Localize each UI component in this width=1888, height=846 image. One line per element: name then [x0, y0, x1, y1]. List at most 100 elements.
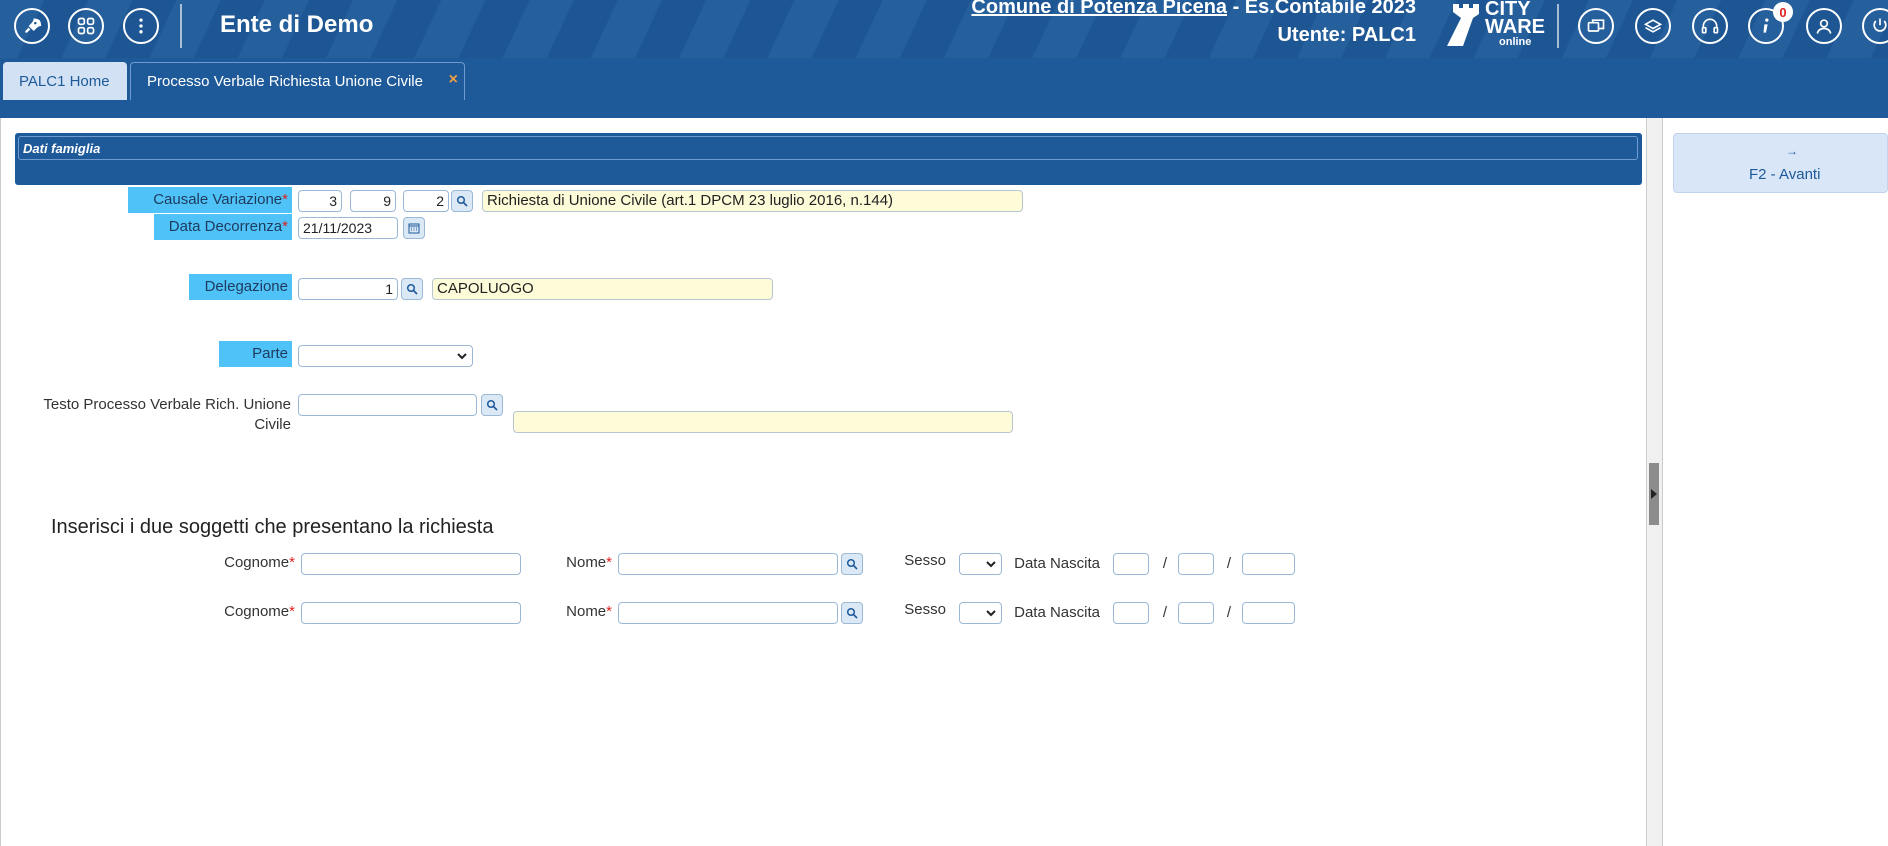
data-decorrenza-label: Data Decorrenza* — [154, 214, 292, 240]
right-panel — [1662, 118, 1888, 846]
castle-tower-icon — [1447, 4, 1479, 46]
sesso-label: Sesso — [904, 552, 946, 569]
delegazione-description: CAPOLUOGO — [432, 278, 773, 300]
nascita-mese-input[interactable] — [1178, 553, 1214, 575]
calendar-icon — [408, 223, 420, 234]
rocket-icon[interactable] — [14, 8, 50, 44]
cognome-input[interactable] — [301, 553, 521, 575]
notification-badge: 0 — [1773, 2, 1793, 22]
search-testo-button[interactable] — [481, 394, 503, 416]
tab-underline — [0, 100, 1888, 118]
cognome-label-text: Cognome — [224, 603, 290, 620]
nome-label: Nome* — [540, 554, 612, 571]
headset-icon[interactable] — [1692, 8, 1728, 44]
cognome-input[interactable] — [301, 602, 521, 624]
cityware-logo: CITY WARE online — [1441, 0, 1546, 52]
nome-label-text: Nome — [566, 554, 607, 571]
cognome-label: Cognome* — [200, 554, 295, 571]
data-nascita-label: Data Nascita — [1014, 604, 1100, 621]
logo-line3: online — [1499, 36, 1532, 48]
search-icon — [486, 399, 498, 411]
search-causale-button[interactable] — [451, 190, 473, 212]
avanti-button[interactable]: → F2 - Avanti — [1673, 133, 1888, 193]
windows-icon[interactable] — [1578, 8, 1614, 44]
required-mark: * — [282, 191, 288, 208]
nascita-giorno-input[interactable] — [1113, 602, 1149, 624]
required-mark: * — [606, 603, 612, 620]
avanti-label: F2 - Avanti — [1749, 166, 1821, 183]
date-separator: / — [1162, 604, 1167, 621]
sesso-select[interactable] — [959, 553, 1002, 575]
parte-label: Parte — [219, 341, 292, 367]
more-vertical-icon[interactable] — [123, 8, 159, 44]
chevron-down-icon — [986, 561, 996, 568]
layers-icon[interactable] — [1635, 8, 1671, 44]
section-header-inner — [18, 136, 1638, 160]
sesso-select[interactable] — [959, 602, 1002, 624]
nome-label-text: Nome — [566, 603, 607, 620]
es-contabile: - Es.Contabile 2023 — [1227, 0, 1416, 18]
data-decorrenza-label-text: Data Decorrenza — [168, 218, 283, 235]
nascita-mese-input[interactable] — [1178, 602, 1214, 624]
cognome-label: Cognome* — [200, 603, 295, 620]
caret-right-icon[interactable] — [1648, 488, 1660, 500]
data-decorrenza-input[interactable]: 21/11/2023 — [298, 217, 398, 239]
nome-label: Nome* — [540, 603, 612, 620]
causale-label: Causale Variazione* — [128, 187, 292, 213]
nascita-giorno-input[interactable] — [1113, 553, 1149, 575]
utente-label: Utente: PALC1 — [1277, 24, 1416, 46]
header-divider — [1557, 4, 1559, 48]
apps-grid-icon[interactable] — [68, 8, 104, 44]
testo-description — [513, 411, 1013, 433]
app-title: Ente di Demo — [220, 11, 374, 38]
soggetti-heading: Inserisci i due soggetti che presentano … — [51, 516, 494, 538]
comune-link[interactable]: Comune di Potenza Picena — [971, 0, 1227, 18]
delegazione-label: Delegazione — [189, 274, 292, 300]
header-divider — [180, 4, 182, 48]
search-icon — [846, 607, 858, 619]
tab-bar: PALC1 Home Processo Verbale Richiesta Un… — [0, 58, 1888, 100]
arrow-right-icon: → — [1786, 144, 1798, 158]
nascita-anno-input[interactable] — [1242, 602, 1295, 624]
search-icon — [456, 195, 468, 207]
testo-input[interactable] — [298, 394, 477, 416]
date-separator: / — [1226, 555, 1231, 572]
search-icon — [846, 558, 858, 570]
causale-code-3[interactable]: 2 — [403, 190, 449, 212]
cognome-label-text: Cognome — [224, 554, 290, 571]
testo-label: Testo Processo Verbale Rich. Unione Civi… — [20, 395, 291, 435]
date-separator: / — [1162, 555, 1167, 572]
tab-palc1-home[interactable]: PALC1 Home — [3, 62, 127, 100]
top-header: Ente di Demo Comune di Potenza Picena - … — [0, 0, 1888, 58]
search-icon — [406, 283, 418, 295]
search-delegazione-button[interactable] — [401, 278, 423, 300]
tab-processo-verbale[interactable]: Processo Verbale Richiesta Unione Civile… — [130, 62, 465, 100]
chevron-down-icon — [986, 610, 996, 617]
parte-select[interactable] — [298, 345, 473, 367]
sesso-label: Sesso — [904, 601, 946, 618]
nome-input[interactable] — [618, 553, 838, 575]
nome-input[interactable] — [618, 602, 838, 624]
power-icon[interactable] — [1862, 8, 1888, 44]
required-mark: * — [289, 554, 295, 571]
causale-code-1[interactable]: 3 — [298, 190, 342, 212]
testo-label-line1: Testo Processo Verbale Rich. Unione — [43, 396, 291, 413]
data-nascita-label: Data Nascita — [1014, 555, 1100, 572]
date-separator: / — [1226, 604, 1231, 621]
delegazione-input[interactable]: 1 — [298, 278, 398, 300]
testo-label-line2: Civile — [254, 416, 291, 433]
required-mark: * — [606, 554, 612, 571]
search-soggetto-button[interactable] — [841, 602, 863, 624]
causale-description: Richiesta di Unione Civile (art.1 DPCM 2… — [482, 190, 1023, 212]
close-icon[interactable]: × — [449, 71, 458, 89]
calendar-button[interactable] — [403, 217, 425, 239]
tab-label: Processo Verbale Richiesta Unione Civile — [147, 73, 423, 90]
required-mark: * — [282, 218, 288, 235]
nascita-anno-input[interactable] — [1242, 553, 1295, 575]
search-soggetto-button[interactable] — [841, 553, 863, 575]
chevron-down-icon — [457, 353, 467, 360]
user-icon[interactable] — [1806, 8, 1842, 44]
causale-label-text: Causale Variazione — [153, 191, 283, 208]
causale-code-2[interactable]: 9 — [350, 190, 396, 212]
required-mark: * — [289, 603, 295, 620]
